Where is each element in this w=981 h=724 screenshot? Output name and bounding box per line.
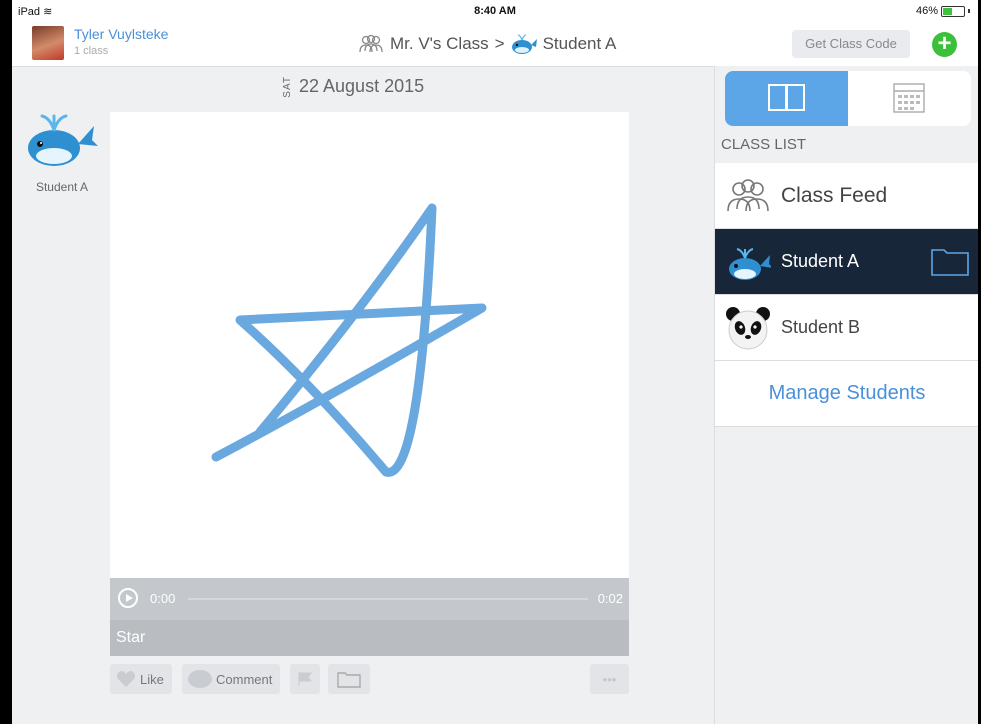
like-label: Like [140, 671, 164, 687]
sidebar-item-label: Student B [781, 317, 861, 337]
comment-label: Comment [216, 671, 273, 687]
date-full: 22 August 2015 [299, 76, 425, 97]
breadcrumb: Mr. V's Class > Student A [358, 33, 616, 55]
student-whale-icon[interactable] [24, 106, 98, 170]
avatar[interactable] [32, 26, 64, 60]
student-avatar-label: Student A [35, 180, 89, 194]
post-caption: Star [110, 620, 629, 656]
breadcrumb-student[interactable]: Student A [543, 34, 617, 54]
app-screen: iPad ≋ 8:40 AM 46% Tyler Vuylsteke 1 cla… [12, 0, 978, 724]
class-list-heading: CLASS LIST [721, 136, 807, 153]
flag-button[interactable] [290, 664, 320, 694]
group-icon [359, 34, 383, 53]
user-name[interactable]: Tyler Vuylsteke [74, 26, 168, 42]
book-icon [768, 84, 805, 111]
folder-button[interactable] [328, 664, 370, 694]
add-button[interactable]: + [932, 32, 957, 57]
date-weekday: SAT [282, 76, 293, 98]
battery-fill [943, 7, 952, 15]
breadcrumb-separator: > [494, 34, 505, 53]
audio-scrubber[interactable] [188, 598, 588, 600]
sidebar-item-label: Class Feed [781, 184, 888, 207]
comment-icon [188, 670, 212, 688]
sidebar-item-student-b[interactable]: Student B [715, 295, 978, 361]
sidebar-item-label: Student A [781, 251, 860, 271]
segment-calendar[interactable] [848, 71, 971, 126]
more-button[interactable]: ••• [590, 664, 629, 694]
sidebar-item-student-a[interactable]: Student A [715, 229, 978, 295]
breadcrumb-class[interactable]: Mr. V's Class [390, 34, 489, 54]
view-segmented-control [725, 71, 971, 126]
more-icon: ••• [602, 671, 617, 687]
star-drawing [211, 203, 487, 477]
battery-percent: 46% [915, 5, 938, 17]
whale-icon [729, 248, 771, 280]
user-class-count: 1 class [74, 45, 109, 57]
top-nav: Tyler Vuylsteke 1 class Mr. V's Class > … [12, 22, 978, 67]
whale-icon [511, 34, 537, 54]
battery-indicator: 46% [916, 5, 970, 17]
manage-students-button[interactable]: Manage Students [715, 361, 978, 427]
time-elapsed: 0:00 [150, 591, 176, 606]
heart-icon [117, 671, 135, 687]
group-icon [727, 179, 769, 212]
audio-player: 0:00 0:02 [110, 578, 629, 620]
battery-icon [941, 5, 965, 17]
post-date: SAT 22 August 2015 [282, 76, 424, 98]
post-actions: Like Comment ••• [110, 664, 629, 694]
segment-journal[interactable] [725, 71, 848, 126]
like-button[interactable]: Like [110, 664, 172, 694]
calendar-icon [893, 83, 925, 113]
sidebar: CLASS LIST Class Feed Student A Student … [714, 66, 978, 724]
folder-icon[interactable] [931, 246, 969, 276]
battery-tip [968, 9, 970, 13]
clock: 8:40 AM [474, 5, 516, 17]
play-icon[interactable] [118, 588, 138, 608]
get-class-code-button[interactable]: Get Class Code [792, 30, 910, 58]
folder-icon [337, 672, 361, 688]
comment-button[interactable]: Comment [182, 664, 280, 694]
time-total: 0:02 [597, 591, 623, 606]
post-drawing[interactable] [110, 112, 629, 578]
status-bar: iPad ≋ 8:40 AM 46% [12, 0, 978, 22]
caption-text: Star [116, 629, 146, 646]
flag-icon [298, 672, 312, 686]
sidebar-item-class-feed[interactable]: Class Feed [715, 163, 978, 229]
panda-icon [726, 307, 770, 350]
